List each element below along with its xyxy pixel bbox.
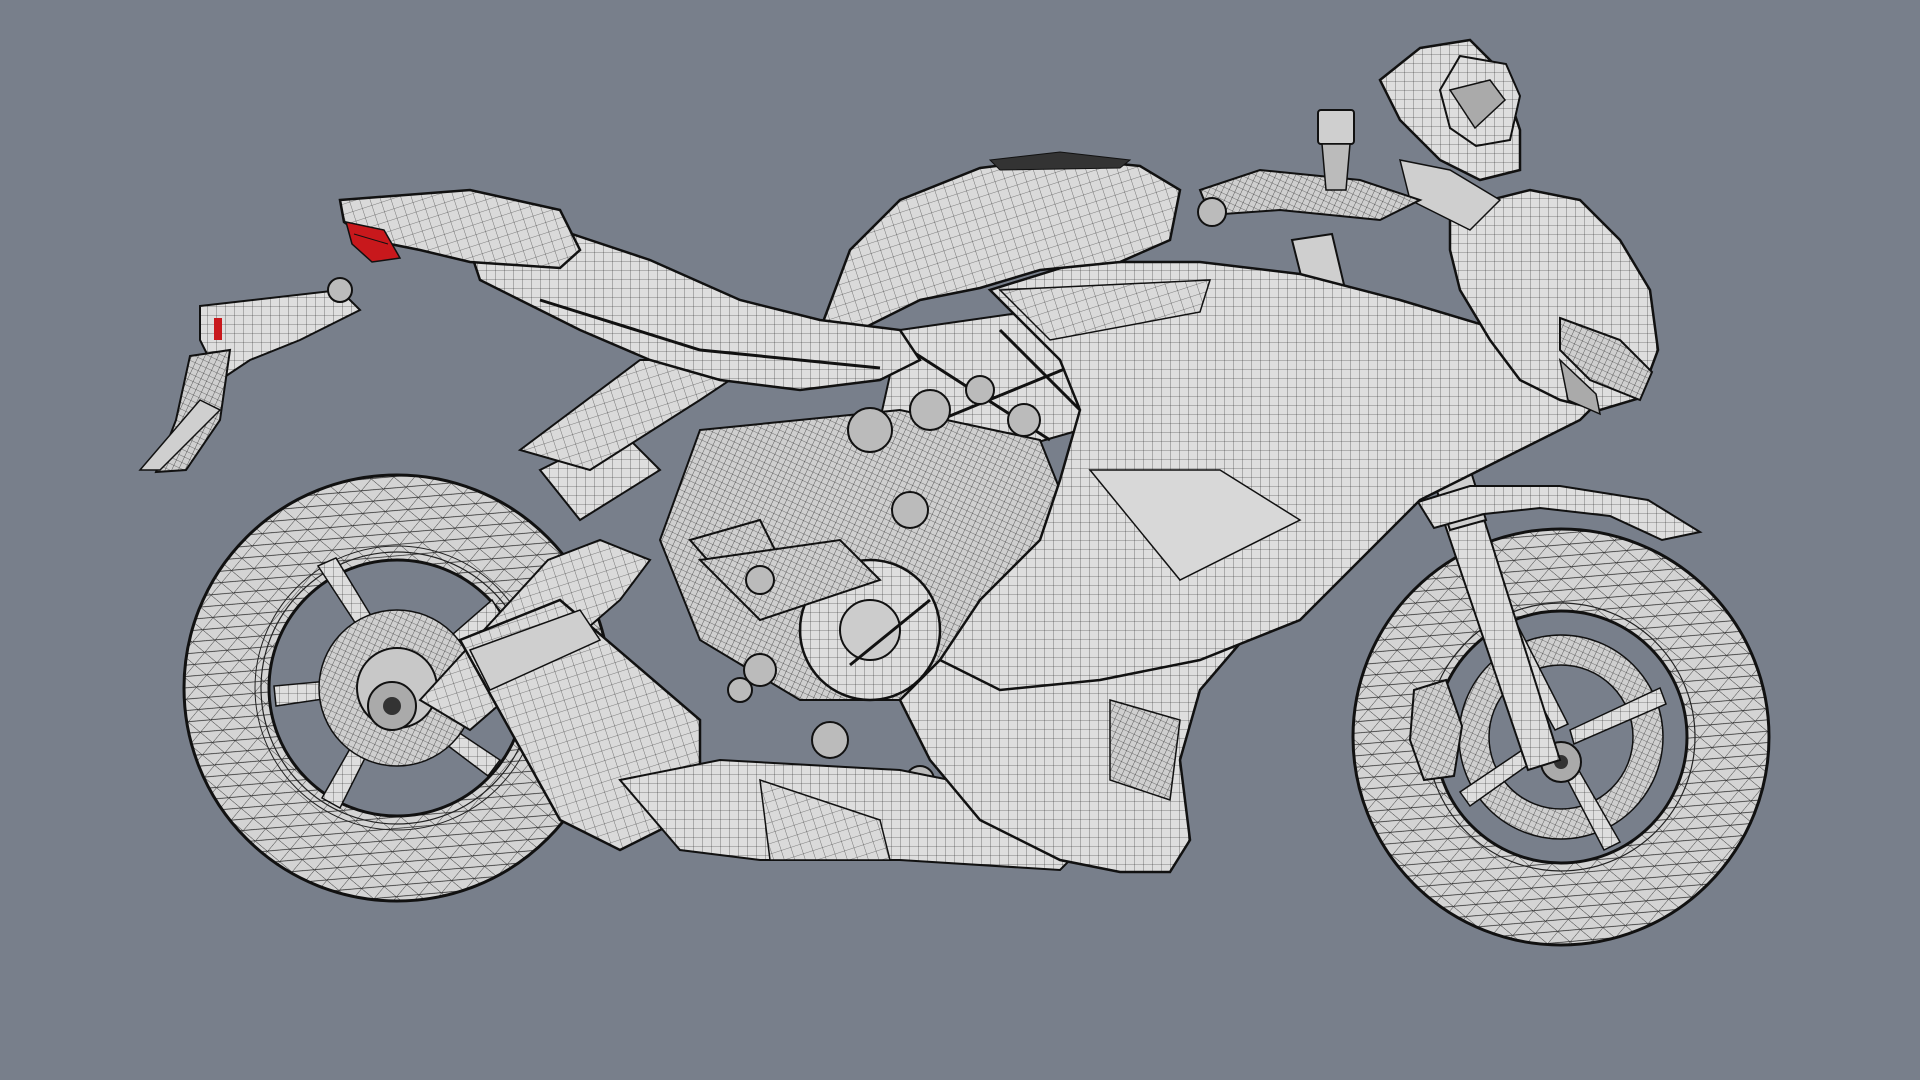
motorcycle-model[interactable] bbox=[0, 0, 1920, 1080]
3d-viewport[interactable] bbox=[0, 0, 1920, 1080]
front-wheel[interactable] bbox=[1351, 527, 1771, 947]
